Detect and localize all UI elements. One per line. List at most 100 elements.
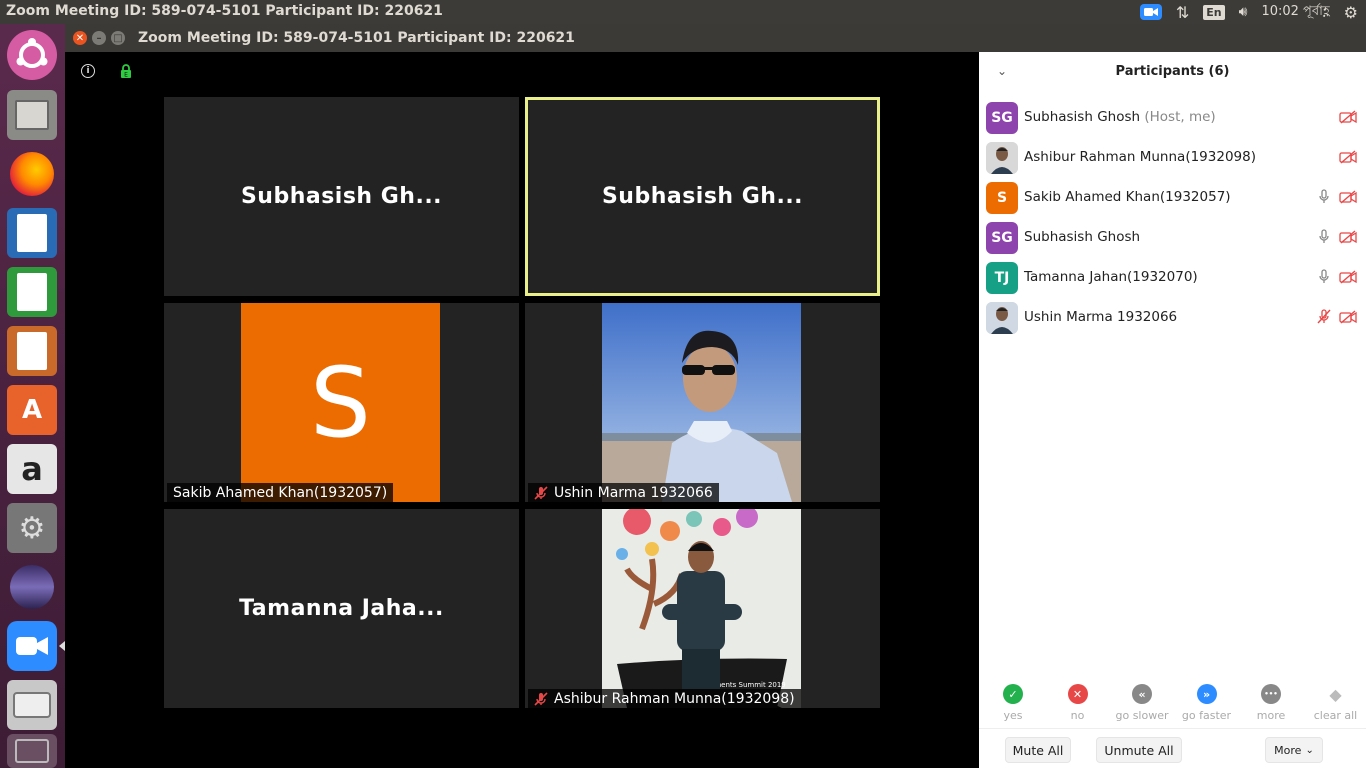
reaction-label: go slower	[1115, 709, 1169, 722]
reaction-no-button[interactable]: ✕ no	[1046, 684, 1110, 722]
participant-name: Sakib Ahamed Khan(1932057)	[1024, 189, 1231, 205]
eclipse-icon[interactable]	[7, 562, 57, 612]
avatar: TJ	[986, 262, 1018, 294]
participant-name-text: Ushin Marma 1932066	[1024, 309, 1178, 325]
reaction-label: yes	[1003, 709, 1023, 722]
participant-row[interactable]: Ushin Marma 1932066	[979, 297, 1366, 337]
system-tray: ⇅ En 🔊︎ 10:02 পূর্বাহ্ণ ⚙	[1139, 0, 1366, 24]
mute-all-button[interactable]: Mute All	[1005, 737, 1071, 763]
participant-name-display: Subhasish Gh...	[240, 184, 443, 209]
participant-label-text: Ushin Marma 1932066	[554, 485, 713, 501]
participant-name-display: Subhasish Gh...	[601, 184, 804, 209]
firefox-icon[interactable]	[7, 149, 57, 199]
participant-row[interactable]: TJ Tamanna Jahan(1932070)	[979, 257, 1366, 297]
go-faster-icon: »	[1196, 684, 1217, 704]
participant-name-display: Tamanna Jaha...	[239, 596, 444, 621]
video-off-icon[interactable]	[1339, 270, 1357, 284]
avatar: SG	[986, 102, 1018, 134]
avatar: S	[986, 182, 1018, 214]
reaction-go-slower-button[interactable]: « go slower	[1110, 684, 1174, 722]
participant-row[interactable]: S Sakib Ahamed Khan(1932057)	[979, 177, 1366, 217]
svg-text:E: E	[124, 72, 128, 79]
participant-row[interactable]: SG Subhasish Ghosh (Host, me)	[979, 97, 1366, 137]
video-tile[interactable]: Tamanna Jaha...	[164, 509, 519, 708]
nonverbal-feedback-bar: ✓ yes ✕ no « go slower » go faster ••• more ◆ clear…	[979, 684, 1366, 726]
more-icon: •••	[1261, 684, 1281, 704]
unmute-all-button[interactable]: Unmute All	[1096, 737, 1182, 763]
reaction-yes-button[interactable]: ✓ yes	[981, 684, 1045, 722]
trash-icon[interactable]	[7, 734, 57, 768]
volume-icon[interactable]: 🔊︎	[1239, 4, 1248, 20]
video-off-icon[interactable]	[1339, 310, 1357, 324]
clock[interactable]: 10:02 পূর্বাহ্ণ	[1261, 2, 1329, 23]
window-maximize-button[interactable]: □	[111, 31, 125, 45]
participant-name-text: Sakib Ahamed Khan(1932057)	[1024, 189, 1231, 205]
gear-icon[interactable]: ⚙	[1344, 3, 1358, 22]
participants-title: Participants (6)	[1115, 64, 1230, 79]
window-minimize-button[interactable]: –	[92, 31, 106, 45]
system-top-bar: Zoom Meeting ID: 589-074-5101 Participan…	[0, 0, 1366, 24]
writer-icon[interactable]	[7, 208, 57, 258]
participant-row[interactable]: SG Subhasish Ghosh	[979, 217, 1366, 257]
mic-icon[interactable]	[1317, 189, 1331, 205]
ubuntu-launcher: A a ⚙	[0, 24, 65, 768]
software-center-icon[interactable]: A	[7, 385, 57, 435]
window-title: Zoom Meeting ID: 589-074-5101 Participan…	[138, 30, 575, 46]
reaction-label: clear all	[1313, 709, 1358, 722]
reaction-go-faster-button[interactable]: » go faster	[1175, 684, 1239, 722]
video-off-icon[interactable]	[1339, 230, 1357, 244]
system-settings-icon[interactable]: ⚙	[7, 503, 57, 553]
more-button-label: More	[1274, 743, 1302, 757]
window-title-bar: ✕ – □ Zoom Meeting ID: 589-074-5101 Part…	[65, 24, 1366, 52]
no-icon: ✕	[1067, 684, 1088, 704]
video-tile[interactable]: Ushin Marma 1932066	[525, 303, 880, 502]
participants-panel: ⌄ Participants (6) SG Subhasish Ghosh (Ho…	[979, 52, 1366, 768]
ubuntu-logo-icon[interactable]	[7, 30, 57, 80]
video-tile-active-speaker[interactable]: Subhasish Gh...	[525, 97, 880, 296]
encryption-lock-icon[interactable]: E	[120, 64, 132, 78]
participant-label: Sakib Ahamed Khan(1932057)	[167, 483, 394, 502]
video-off-icon[interactable]	[1339, 190, 1357, 204]
zoom-tray-icon[interactable]	[1139, 4, 1162, 20]
video-tile[interactable]: Payments Summit 2019 Ashibur Rahman Munn…	[525, 509, 880, 708]
reaction-more-button[interactable]: ••• more	[1239, 684, 1303, 722]
video-off-icon[interactable]	[1339, 110, 1357, 124]
participant-video-photo: Payments Summit 2019	[602, 509, 801, 708]
reaction-label: more	[1256, 709, 1286, 722]
keyboard-language-indicator[interactable]: En	[1203, 4, 1225, 20]
reaction-label: go faster	[1181, 709, 1232, 722]
muted-mic-icon	[534, 692, 548, 706]
clear-all-icon: ◆	[1329, 684, 1342, 704]
reaction-clear-all-button[interactable]: ◆ clear all	[1304, 684, 1366, 723]
network-arrows-icon[interactable]: ⇅	[1176, 3, 1189, 22]
participant-name: Subhasish Ghosh	[1024, 229, 1140, 245]
info-icon[interactable]: i	[81, 64, 95, 78]
participant-name-text: Subhasish Ghosh	[1024, 109, 1141, 125]
system-title: Zoom Meeting ID: 589-074-5101 Participan…	[6, 3, 443, 19]
zoom-icon[interactable]	[7, 621, 57, 671]
files-icon[interactable]	[7, 90, 57, 140]
participant-name: Tamanna Jahan(1932070)	[1024, 269, 1198, 285]
calc-icon[interactable]	[7, 267, 57, 317]
window-close-button[interactable]: ✕	[73, 31, 87, 45]
disk-icon[interactable]	[7, 680, 57, 730]
avatar: SG	[986, 222, 1018, 254]
more-button[interactable]: More ⌄	[1265, 737, 1323, 763]
video-tile[interactable]: Subhasish Gh...	[164, 97, 519, 296]
avatar	[986, 302, 1018, 334]
participant-row[interactable]: Ashibur Rahman Munna(1932098)	[979, 137, 1366, 177]
amazon-icon[interactable]: a	[7, 444, 57, 494]
impress-icon[interactable]	[7, 326, 57, 376]
chevron-down-icon: ⌄	[1305, 744, 1314, 756]
participant-label: Ushin Marma 1932066	[528, 483, 719, 502]
participant-name-text: Subhasish Ghosh	[1024, 229, 1141, 245]
video-tile[interactable]: S Sakib Ahamed Khan(1932057)	[164, 303, 519, 502]
mic-icon[interactable]	[1317, 229, 1331, 245]
mic-icon[interactable]	[1317, 269, 1331, 285]
participant-label-text: Sakib Ahamed Khan(1932057)	[173, 485, 388, 501]
participant-name-text: Tamanna Jahan(1932070)	[1024, 269, 1198, 285]
participant-role: (Host, me)	[1140, 109, 1216, 125]
muted-mic-icon[interactable]	[1317, 309, 1331, 325]
video-off-icon[interactable]	[1339, 150, 1357, 164]
muted-mic-icon	[534, 486, 548, 500]
